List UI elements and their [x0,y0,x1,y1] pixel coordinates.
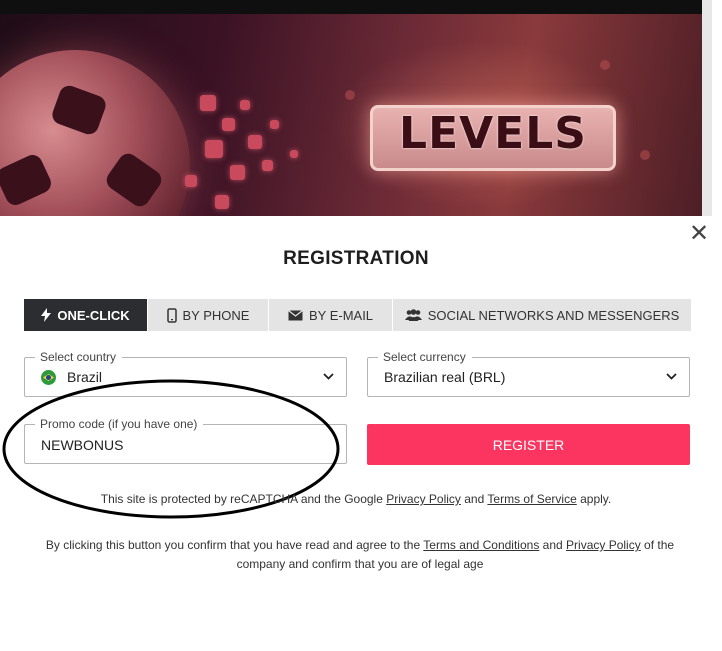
recaptcha-notice: This site is protected by reCAPTCHA and … [100,492,612,506]
tab-label: SOCIAL NETWORKS AND MESSENGERS [427,307,680,323]
currency-select[interactable]: Select currency Brazilian real (BRL) [367,349,690,397]
promo-banner: LEVELS [0,0,712,216]
terms-of-service-link[interactable]: Terms of Service [487,492,576,506]
soccer-ball-graphic [0,50,190,216]
levels-logo-text: LEVELS [399,108,587,159]
country-select-label: Select country [35,349,123,365]
modal-title: REGISTRATION [283,248,429,269]
lightning-icon [41,308,52,322]
tab-by-phone[interactable]: BY PHONE [148,299,268,331]
close-icon: ✕ [689,220,710,247]
currency-select-label: Select currency [378,349,472,365]
tab-label: ONE-CLICK [57,307,130,323]
tab-by-email[interactable]: BY E-MAIL [269,299,392,331]
privacy-policy-link[interactable]: Privacy Policy [386,492,461,506]
tab-label: BY PHONE [182,307,250,323]
tab-one-click[interactable]: ONE-CLICK [24,299,147,331]
phone-icon [166,307,177,323]
privacy-policy-link[interactable]: Privacy Policy [566,538,641,552]
scrollbar-track [702,0,712,216]
envelope-icon [288,309,303,320]
tab-label: BY E-MAIL [308,307,374,323]
currency-value: Brazilian real (BRL) [384,369,506,385]
close-button[interactable]: ✕ [689,222,709,246]
register-label: REGISTER [492,436,565,453]
terms-and-conditions-link[interactable]: Terms and Conditions [423,538,539,552]
tab-social-networks[interactable]: SOCIAL NETWORKS AND MESSENGERS [393,299,691,331]
chevron-down-icon [666,373,677,380]
terms-notice: By clicking this button you confirm that… [45,538,675,571]
registration-tabs: ONE-CLICK BY PHONE BY E-MAIL SOCIAL NETW… [24,299,691,331]
register-button[interactable]: REGISTER [367,424,690,465]
users-icon [404,309,422,321]
top-bar [0,0,712,14]
